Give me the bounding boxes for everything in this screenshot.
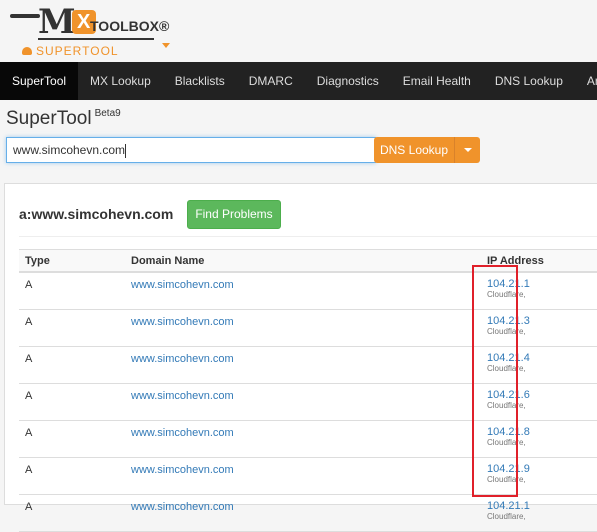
divider (19, 236, 597, 237)
cell-ip: 104.21.1 Cloudflare, (481, 494, 597, 532)
page-title: SuperTool Beta9 (6, 108, 121, 130)
search-input-value: www.simcohevn.com (13, 143, 126, 157)
chevron-down-icon[interactable] (162, 43, 170, 48)
cell-type: A (19, 309, 125, 347)
cell-type: A (19, 346, 125, 384)
cell-domain-link[interactable]: www.simcohevn.com (125, 494, 481, 532)
column-header-type[interactable]: Type (19, 249, 125, 273)
cell-domain-link[interactable]: www.simcohevn.com (125, 457, 481, 495)
cell-domain-link[interactable]: www.simcohevn.com (125, 272, 481, 310)
logo-supertool-text: SUPERTOOL (36, 44, 119, 58)
cell-type: A (19, 457, 125, 495)
nav-item-dmarc[interactable]: DMARC (237, 62, 305, 100)
nav-item-email-health[interactable]: Email Health (391, 62, 483, 100)
nav-item-dns-lookup[interactable]: DNS Lookup (483, 62, 575, 100)
wrench-icon (10, 14, 40, 18)
text-cursor (125, 143, 127, 158)
nav-item-analyze[interactable]: Analyze (575, 62, 597, 100)
ip-link[interactable]: 104.21.1 (487, 500, 597, 512)
top-header: M X TOOLBOX® SUPERTOOL (0, 0, 597, 62)
nav-item-mx-lookup[interactable]: MX Lookup (78, 62, 163, 100)
logo-mx-mark: M X (38, 2, 96, 42)
ip-provider: Cloudflare, (487, 512, 526, 521)
highlight-box (472, 265, 518, 497)
cell-domain-link[interactable]: www.simcohevn.com (125, 420, 481, 458)
cell-type: A (19, 494, 125, 532)
cell-type: A (19, 383, 125, 421)
cell-domain-link[interactable]: www.simcohevn.com (125, 346, 481, 384)
cell-type: A (19, 420, 125, 458)
nav-item-supertool[interactable]: SuperTool (0, 62, 79, 100)
column-header-domain[interactable]: Domain Name (125, 249, 481, 273)
logo-supertool: SUPERTOOL (22, 44, 119, 58)
result-title: a:www.simcohevn.com (19, 206, 174, 222)
search-input[interactable]: www.simcohevn.com (6, 137, 376, 163)
nav-item-blacklists[interactable]: Blacklists (163, 62, 237, 100)
version-label: Beta9 (94, 108, 121, 119)
nav-item-diagnostics[interactable]: Diagnostics (305, 62, 391, 100)
dns-lookup-dropdown-button[interactable] (455, 137, 480, 163)
helmet-icon (22, 47, 32, 55)
find-problems-button[interactable]: Find Problems (187, 200, 281, 229)
main-nav: SuperTool MX Lookup Blacklists DMARC Dia… (0, 62, 597, 100)
cell-domain-link[interactable]: www.simcohevn.com (125, 309, 481, 347)
cell-type: A (19, 272, 125, 310)
dns-lookup-button[interactable]: DNS Lookup (374, 137, 455, 163)
mxtoolbox-logo[interactable]: M X TOOLBOX® SUPERTOOL (8, 4, 178, 58)
logo-m-letter: M (38, 2, 76, 42)
page-title-text: SuperTool (6, 108, 92, 129)
logo-underline (38, 38, 154, 40)
caret-down-icon (464, 148, 472, 152)
cell-domain-link[interactable]: www.simcohevn.com (125, 383, 481, 421)
table-row: A www.simcohevn.com 104.21.1 Cloudflare, (19, 494, 597, 532)
logo-toolbox-text: TOOLBOX® (90, 18, 170, 34)
